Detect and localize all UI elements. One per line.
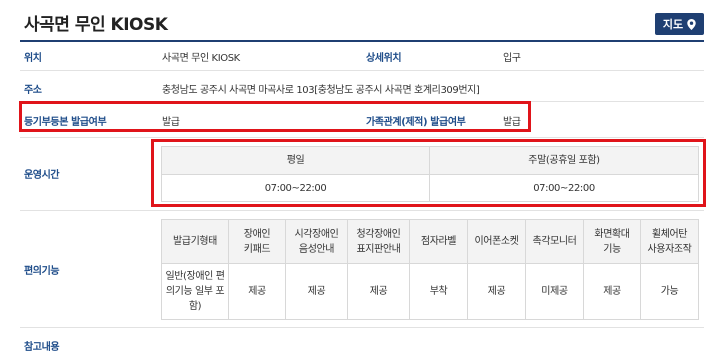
convenience-value-line: 부착 bbox=[429, 286, 448, 297]
convenience-value-5: 제공 bbox=[467, 263, 526, 320]
convenience-value-line: 일반(장애인 편 bbox=[165, 271, 225, 282]
convenience-value-2: 제공 bbox=[285, 263, 348, 320]
map-pin-icon bbox=[687, 18, 696, 30]
convenience-header-0: 발급기형태 bbox=[161, 219, 229, 264]
convenience-value-0: 일반(장애인 편의기능 일부 포함) bbox=[161, 263, 229, 320]
convenience-value-line: 제공 bbox=[603, 286, 621, 297]
convenience-value-line: 가능 bbox=[660, 286, 679, 297]
address-value: 충청남도 공주시 사곡면 마곡사로 103[충청남도 공주시 사곡면 호계리30… bbox=[162, 85, 480, 96]
convenience-header-line: 휠체어탄 bbox=[651, 228, 688, 240]
convenience-value-line: 제공 bbox=[307, 286, 326, 297]
convenience-value-line: 의기능 일부 포 bbox=[165, 286, 225, 297]
convenience-value-line: 함) bbox=[188, 301, 202, 312]
convenience-header-line: 키패드 bbox=[243, 243, 271, 255]
convenience-header-line: 장애인 bbox=[243, 228, 271, 240]
convenience-header-line: 점자라벨 bbox=[420, 236, 457, 247]
convenience-value-line: 제공 bbox=[487, 286, 506, 297]
convenience-value-6: 미제공 bbox=[525, 263, 584, 320]
convenience-header-6: 촉각모니터 bbox=[525, 219, 584, 264]
convenience-label: 편의기능 bbox=[24, 266, 60, 277]
convenience-header-line: 촉각모니터 bbox=[532, 236, 577, 247]
address-label: 주소 bbox=[24, 85, 42, 96]
convenience-value-1: 제공 bbox=[228, 263, 286, 320]
convenience-header-8: 휠체어탄사용자조작 bbox=[640, 219, 699, 264]
reference-label: 참고내용 bbox=[24, 342, 60, 353]
convenience-value-line: 제공 bbox=[248, 286, 266, 297]
convenience-header-7: 화면확대기능 bbox=[583, 219, 641, 264]
row-divider bbox=[20, 70, 704, 71]
convenience-header-3: 청각장애인표지판안내 bbox=[347, 219, 410, 264]
table-top-border bbox=[20, 40, 704, 42]
convenience-value-line: 미제공 bbox=[541, 286, 568, 297]
convenience-header-line: 표지판안내 bbox=[356, 243, 401, 255]
row-divider bbox=[20, 137, 704, 138]
convenience-table: 발급기형태 장애인 키패드 시각장애인 음성안내 청각장애인 표지판안내 점자라벨 이어폰소켓 촉… bbox=[161, 219, 699, 320]
convenience-value-8: 가능 bbox=[640, 263, 699, 320]
convenience-header-line: 화면확대 bbox=[594, 228, 630, 240]
convenience-header-line: 이어폰소켓 bbox=[474, 236, 519, 247]
page-title: 사곡면 무인 KIOSK bbox=[24, 15, 168, 35]
convenience-header-line: 기능 bbox=[603, 243, 621, 255]
convenience-header-line: 청각장애인 bbox=[356, 228, 401, 240]
location-value: 사곡면 무인 KIOSK bbox=[162, 53, 240, 64]
detail-location-value: 입구 bbox=[503, 53, 521, 64]
convenience-header-2: 시각장애인음성안내 bbox=[285, 219, 348, 264]
detail-location-label: 상세위치 bbox=[366, 53, 402, 64]
operating-hours-label: 운영시간 bbox=[24, 170, 60, 181]
location-label: 위치 bbox=[24, 53, 42, 64]
row-divider bbox=[20, 327, 704, 328]
highlight-box bbox=[19, 101, 531, 132]
convenience-header-5: 이어폰소켓 bbox=[467, 219, 526, 264]
map-button[interactable]: 지도 bbox=[655, 13, 704, 35]
convenience-value-3: 제공 bbox=[347, 263, 410, 320]
map-button-label: 지도 bbox=[662, 18, 684, 31]
convenience-header-4: 점자라벨 bbox=[409, 219, 468, 264]
convenience-header-line: 발급기형태 bbox=[172, 236, 217, 247]
convenience-value-line: 제공 bbox=[369, 286, 388, 297]
convenience-value-4: 부착 bbox=[409, 263, 468, 320]
convenience-header-line: 음성안내 bbox=[298, 243, 335, 255]
convenience-value-7: 제공 bbox=[583, 263, 641, 320]
convenience-header-line: 시각장애인 bbox=[294, 228, 339, 240]
highlight-box bbox=[151, 139, 706, 207]
convenience-header-1: 장애인키패드 bbox=[228, 219, 286, 264]
row-divider bbox=[20, 210, 704, 211]
convenience-header-line: 사용자조작 bbox=[647, 243, 692, 255]
